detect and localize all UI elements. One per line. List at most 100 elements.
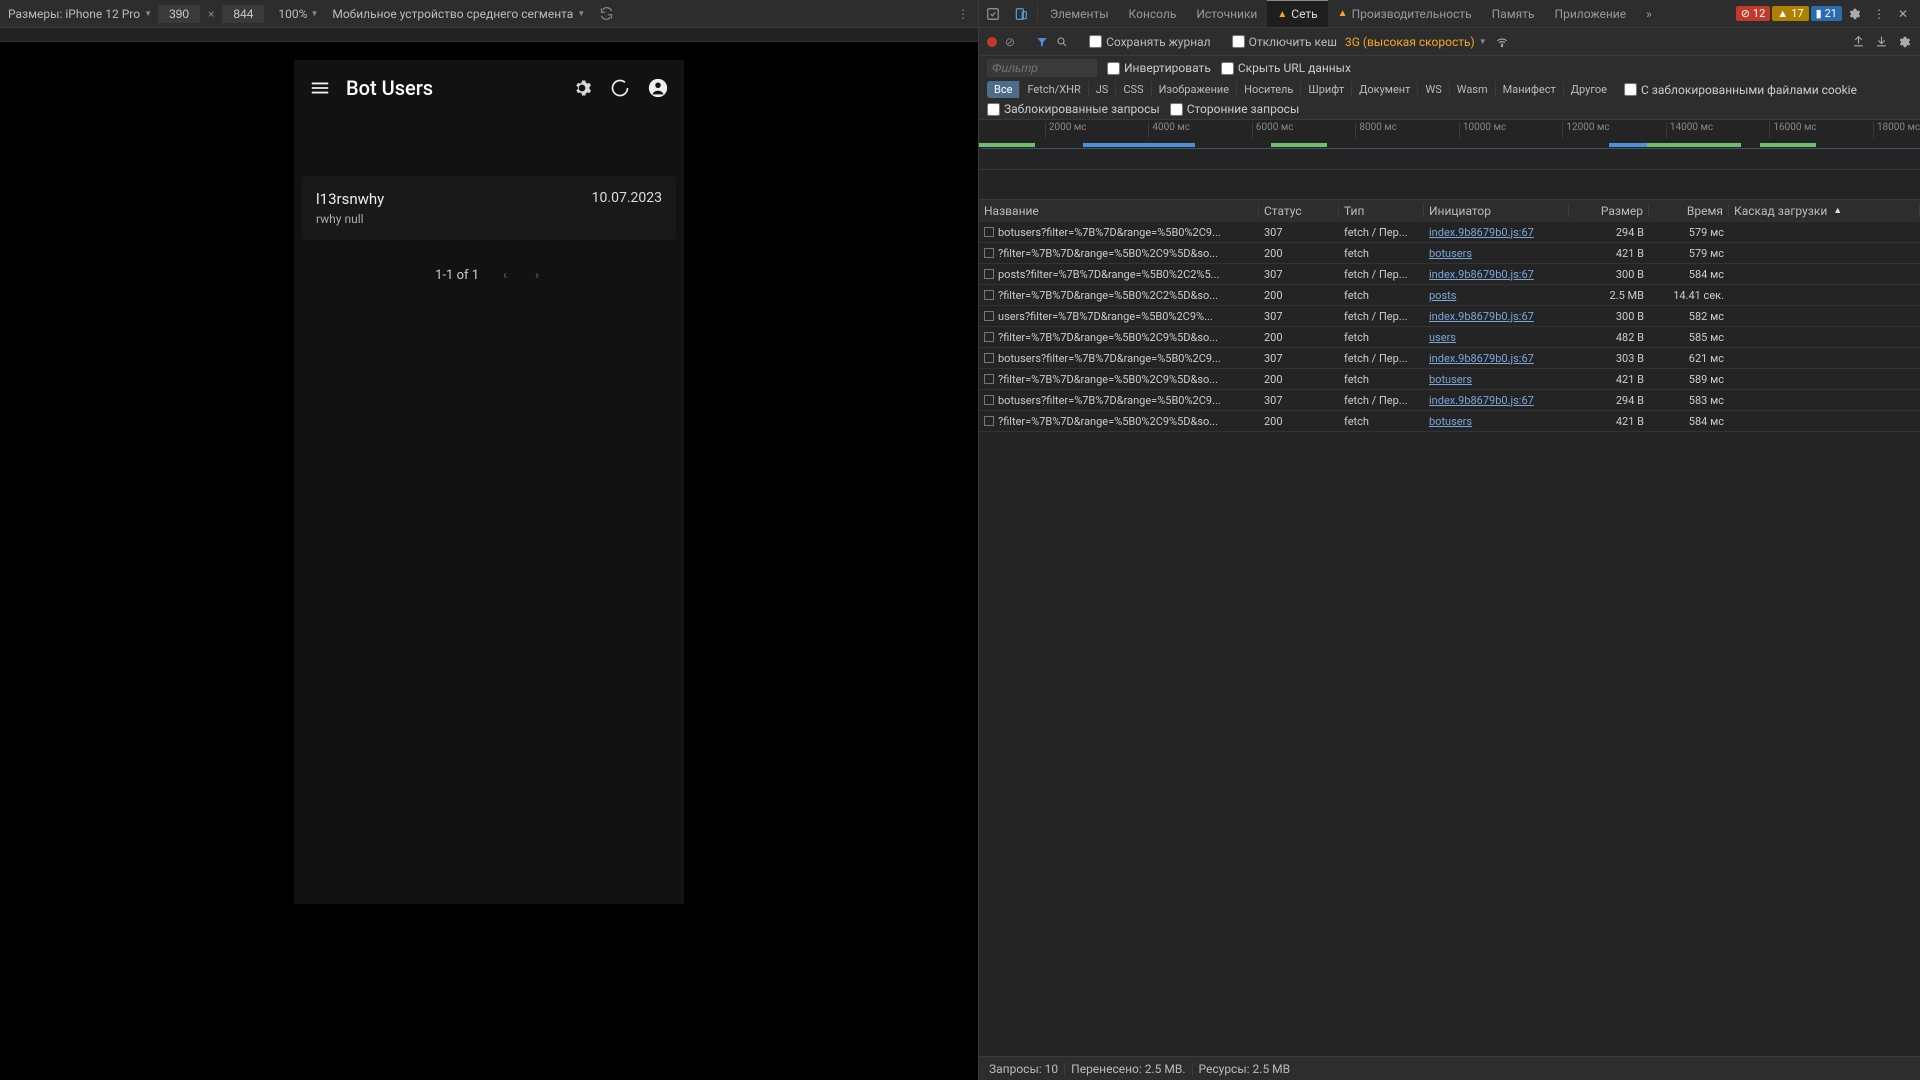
invert-checkbox[interactable]: Инвертировать bbox=[1107, 61, 1211, 75]
more-menu-icon[interactable]: ⋮ bbox=[957, 7, 970, 21]
table-row[interactable]: ?filter=%7B%7D&range=%5B0%2C9%5D&so...20… bbox=[979, 243, 1920, 264]
col-name[interactable]: Название bbox=[979, 204, 1259, 218]
type-filter-wasm[interactable]: Wasm bbox=[1450, 81, 1496, 98]
zoom-select[interactable]: 100% ▼ bbox=[278, 7, 318, 21]
initiator-link[interactable]: posts bbox=[1429, 289, 1456, 302]
table-row[interactable]: users?filter=%7B%7D&range=%5B0%2C9%...30… bbox=[979, 306, 1920, 327]
tab-application[interactable]: Приложение bbox=[1545, 0, 1637, 27]
type-filter-манифест[interactable]: Манифест bbox=[1496, 81, 1564, 98]
type-filter-документ[interactable]: Документ bbox=[1352, 81, 1418, 98]
preserve-log-checkbox[interactable]: Сохранять журнал bbox=[1089, 35, 1211, 49]
col-size[interactable]: Размер bbox=[1569, 204, 1649, 218]
prev-page-icon[interactable]: ‹ bbox=[499, 264, 511, 287]
card-name: l13rsnwhy bbox=[316, 190, 384, 208]
warning-badge[interactable]: ▲ 17 bbox=[1772, 6, 1808, 21]
filter-input[interactable] bbox=[987, 59, 1097, 77]
tab-memory[interactable]: Память bbox=[1482, 0, 1545, 27]
width-input[interactable] bbox=[158, 5, 200, 23]
panel-settings-icon[interactable] bbox=[1898, 35, 1912, 49]
third-party-checkbox[interactable]: Сторонние запросы bbox=[1170, 102, 1300, 116]
table-row[interactable]: ?filter=%7B%7D&range=%5B0%2C9%5D&so...20… bbox=[979, 327, 1920, 348]
height-input[interactable] bbox=[222, 5, 264, 23]
tabs-overflow[interactable]: » bbox=[1636, 0, 1662, 27]
device-select[interactable]: Размеры: iPhone 12 Pro ▼ bbox=[8, 7, 152, 21]
inspect-icon[interactable] bbox=[979, 0, 1007, 27]
blocked-cookies-checkbox[interactable]: С заблокированными файлами cookie bbox=[1624, 83, 1857, 97]
type-filter-носитель[interactable]: Носитель bbox=[1237, 81, 1301, 98]
initiator-link[interactable]: botusers bbox=[1429, 415, 1472, 428]
upload-icon[interactable] bbox=[1852, 35, 1865, 48]
clear-icon[interactable]: ⊘ bbox=[1005, 35, 1015, 49]
rotate-icon[interactable] bbox=[599, 6, 614, 21]
download-icon[interactable] bbox=[1875, 35, 1888, 48]
record-icon[interactable] bbox=[987, 37, 997, 47]
throttling-select[interactable]: 3G (высокая скорость) ▼ bbox=[1345, 35, 1487, 49]
type-filter-шрифт[interactable]: Шрифт bbox=[1301, 81, 1352, 98]
info-badge[interactable]: ▮ 21 bbox=[1811, 6, 1842, 21]
table-row[interactable]: ?filter=%7B%7D&range=%5B0%2C2%5D&so...20… bbox=[979, 285, 1920, 306]
table-row[interactable]: ?filter=%7B%7D&range=%5B0%2C9%5D&so...20… bbox=[979, 411, 1920, 432]
chevron-down-icon: ▼ bbox=[144, 9, 152, 18]
initiator-link[interactable]: botusers bbox=[1429, 373, 1472, 386]
error-badge[interactable]: ⊘ 12 bbox=[1736, 6, 1771, 21]
col-time[interactable]: Время bbox=[1649, 204, 1729, 218]
device-canvas: Bot Users l13rsnwhy rwhy null 10.07.2023 bbox=[0, 42, 978, 1080]
next-page-icon[interactable]: › bbox=[531, 264, 543, 287]
wifi-icon[interactable] bbox=[1495, 35, 1509, 49]
tab-strip: Элементы Консоль Источники ▲Сеть ▲Произв… bbox=[979, 0, 1920, 28]
hide-url-checkbox[interactable]: Скрыть URL данных bbox=[1221, 61, 1351, 75]
refresh-icon[interactable] bbox=[608, 76, 632, 100]
timeline-tick: 16000 мс bbox=[1769, 122, 1816, 138]
settings-icon[interactable] bbox=[1844, 3, 1866, 25]
col-waterfall[interactable]: Каскад загрузки▲ bbox=[1729, 204, 1920, 218]
type-filter-ws[interactable]: WS bbox=[1418, 81, 1449, 98]
col-initiator[interactable]: Инициатор bbox=[1424, 204, 1569, 218]
tab-network[interactable]: ▲Сеть bbox=[1267, 0, 1327, 27]
menu-icon[interactable] bbox=[308, 76, 332, 100]
tab-sources[interactable]: Источники bbox=[1186, 0, 1267, 27]
initiator-link[interactable]: index.9b8679b0.js:67 bbox=[1429, 268, 1534, 281]
col-status[interactable]: Статус bbox=[1259, 204, 1339, 218]
tab-console[interactable]: Консоль bbox=[1119, 0, 1187, 27]
more-icon[interactable]: ⋮ bbox=[1868, 3, 1890, 25]
sort-asc-icon: ▲ bbox=[1833, 205, 1842, 216]
type-filter-другое[interactable]: Другое bbox=[1564, 81, 1614, 98]
initiator-link[interactable]: index.9b8679b0.js:67 bbox=[1429, 394, 1534, 407]
tab-elements[interactable]: Элементы bbox=[1040, 0, 1119, 27]
type-filter-все[interactable]: Все bbox=[987, 81, 1020, 98]
file-icon bbox=[984, 395, 994, 405]
file-icon bbox=[984, 374, 994, 384]
type-filter-fetch/xhr[interactable]: Fetch/XHR bbox=[1020, 81, 1088, 98]
blocked-requests-checkbox[interactable]: Заблокированные запросы bbox=[987, 102, 1160, 116]
close-icon[interactable]: ✕ bbox=[1892, 3, 1914, 25]
chevron-down-icon: ▼ bbox=[1479, 37, 1487, 46]
throttle-select[interactable]: Мобильное устройство среднего сегмента ▼ bbox=[332, 7, 585, 21]
disable-cache-checkbox[interactable]: Отключить кеш bbox=[1232, 35, 1337, 49]
table-row[interactable]: botusers?filter=%7B%7D&range=%5B0%2C9...… bbox=[979, 222, 1920, 243]
type-filter-css[interactable]: CSS bbox=[1116, 81, 1151, 98]
timeline-tick: 18000 мс bbox=[1873, 122, 1920, 138]
warning-icon: ▲ bbox=[1338, 8, 1348, 19]
gear-icon[interactable] bbox=[570, 76, 594, 100]
col-type[interactable]: Тип bbox=[1339, 204, 1424, 218]
table-row[interactable]: botusers?filter=%7B%7D&range=%5B0%2C9...… bbox=[979, 390, 1920, 411]
initiator-link[interactable]: index.9b8679b0.js:67 bbox=[1429, 310, 1534, 323]
type-filter-js[interactable]: JS bbox=[1089, 81, 1117, 98]
table-row[interactable]: botusers?filter=%7B%7D&range=%5B0%2C9...… bbox=[979, 348, 1920, 369]
device-toggle-icon[interactable] bbox=[1007, 0, 1035, 27]
tab-performance[interactable]: ▲Производительность bbox=[1328, 0, 1482, 27]
type-filter-изображение[interactable]: Изображение bbox=[1152, 81, 1238, 98]
user-card[interactable]: l13rsnwhy rwhy null 10.07.2023 bbox=[302, 176, 676, 240]
initiator-link[interactable]: users bbox=[1429, 331, 1456, 344]
search-icon[interactable] bbox=[1056, 36, 1068, 48]
file-icon bbox=[984, 416, 994, 426]
filter-icon[interactable] bbox=[1036, 36, 1048, 48]
timeline-tick: 12000 мс bbox=[1562, 122, 1609, 138]
account-icon[interactable] bbox=[646, 76, 670, 100]
initiator-link[interactable]: botusers bbox=[1429, 247, 1472, 260]
timeline[interactable]: 2000 мс4000 мс6000 мс8000 мс10000 мс1200… bbox=[979, 120, 1920, 170]
table-row[interactable]: posts?filter=%7B%7D&range=%5B0%2C2%5...3… bbox=[979, 264, 1920, 285]
table-row[interactable]: ?filter=%7B%7D&range=%5B0%2C9%5D&so...20… bbox=[979, 369, 1920, 390]
initiator-link[interactable]: index.9b8679b0.js:67 bbox=[1429, 226, 1534, 239]
initiator-link[interactable]: index.9b8679b0.js:67 bbox=[1429, 352, 1534, 365]
